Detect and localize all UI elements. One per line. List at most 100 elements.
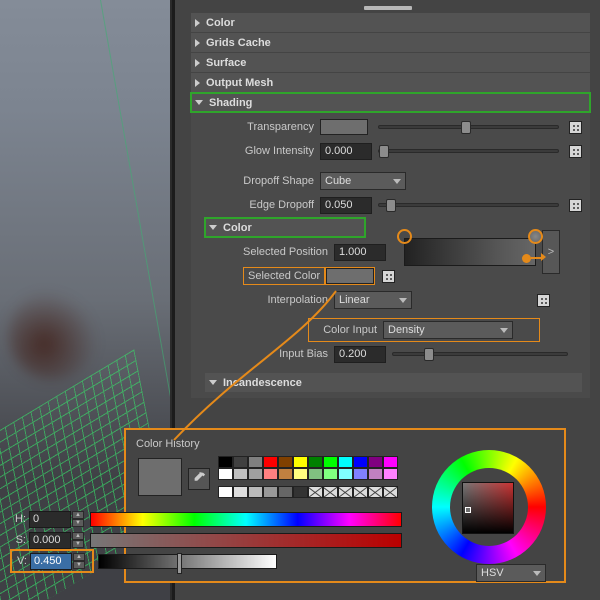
palette-swatch[interactable]: [308, 456, 323, 468]
section-body-shading: Transparency Glow Intensity Dropoff Shap…: [191, 112, 590, 398]
palette-swatch[interactable]: [353, 456, 368, 468]
history-swatch[interactable]: [383, 486, 398, 498]
section-header-surface[interactable]: Surface: [191, 53, 590, 72]
eyedropper-icon: [192, 472, 206, 486]
edge-dropoff-field[interactable]: [320, 197, 372, 214]
palette-swatch[interactable]: [338, 456, 353, 468]
glow-intensity-slider[interactable]: [378, 149, 559, 153]
section-label: Output Mesh: [206, 77, 273, 89]
val-gradient-slider[interactable]: [98, 554, 277, 569]
palette-swatch[interactable]: [338, 468, 353, 480]
spin-down-icon[interactable]: ▼: [72, 540, 84, 548]
history-swatch[interactable]: [338, 486, 353, 498]
palette-swatch[interactable]: [383, 456, 398, 468]
history-swatch[interactable]: [263, 486, 278, 498]
v-spinner[interactable]: ▲▼: [30, 553, 85, 570]
palette-swatch[interactable]: [233, 468, 248, 480]
input-bias-slider[interactable]: [392, 352, 568, 356]
color-mode-select[interactable]: HSV: [476, 564, 546, 582]
h-spinner[interactable]: ▲▼: [29, 511, 84, 528]
map-button[interactable]: [569, 145, 582, 158]
color-ramp[interactable]: [404, 238, 536, 266]
section-header-grids-cache[interactable]: Grids Cache: [191, 33, 590, 52]
history-swatch[interactable]: [368, 486, 383, 498]
row-input-bias: Input Bias: [209, 343, 574, 365]
ramp-selected-indicator: [522, 254, 531, 263]
section-header-color-sub[interactable]: Color: [205, 218, 365, 237]
h-field[interactable]: [29, 511, 71, 528]
history-swatch[interactable]: [218, 486, 233, 498]
selected-position-field[interactable]: [334, 244, 386, 261]
interpolation-select[interactable]: Linear: [334, 291, 412, 309]
glow-intensity-field[interactable]: [320, 143, 372, 160]
palette-swatch[interactable]: [293, 468, 308, 480]
history-swatch[interactable]: [353, 486, 368, 498]
palette-swatch[interactable]: [383, 468, 398, 480]
s-spinner[interactable]: ▲▼: [29, 532, 84, 549]
spin-down-icon[interactable]: ▼: [73, 561, 85, 569]
palette-swatch[interactable]: [263, 468, 278, 480]
palette-swatch[interactable]: [248, 456, 263, 468]
map-button[interactable]: [537, 294, 550, 307]
palette-swatch[interactable]: [323, 468, 338, 480]
color-sv-box[interactable]: [462, 482, 514, 534]
palette-swatch[interactable]: [278, 468, 293, 480]
hue-gradient-slider[interactable]: [90, 512, 402, 527]
history-swatch[interactable]: [323, 486, 338, 498]
panel-grip[interactable]: [175, 4, 600, 12]
section-label: Color: [223, 222, 252, 234]
palette-swatch[interactable]: [368, 468, 383, 480]
history-swatch[interactable]: [278, 486, 293, 498]
palette-swatch[interactable]: [293, 456, 308, 468]
row-interpolation: Interpolation Linear: [209, 289, 574, 311]
sat-gradient-slider[interactable]: [90, 533, 402, 548]
current-color-swatch[interactable]: [138, 458, 182, 496]
palette-swatch[interactable]: [248, 468, 263, 480]
spin-up-icon[interactable]: ▲: [72, 511, 84, 519]
transparency-swatch[interactable]: [320, 119, 368, 135]
row-saturation: S: ▲▼: [12, 530, 402, 550]
chevron-right-icon: [195, 79, 200, 87]
palette-swatch[interactable]: [218, 468, 233, 480]
ramp-next-button[interactable]: >: [542, 230, 560, 274]
history-swatch[interactable]: [233, 486, 248, 498]
section-body-color: Selected Position >: [205, 237, 582, 373]
edge-dropoff-slider[interactable]: [378, 203, 559, 207]
chevron-right-icon: [195, 39, 200, 47]
section-header-incandescence[interactable]: Incandescence: [205, 373, 582, 392]
row-color-input: Color Input Density: [309, 319, 539, 341]
spin-up-icon[interactable]: ▲: [72, 532, 84, 540]
chevron-right-icon: [195, 59, 200, 67]
map-button[interactable]: [569, 199, 582, 212]
row-edge-dropoff: Edge Dropoff: [195, 194, 582, 216]
map-button[interactable]: [382, 270, 395, 283]
palette-swatch[interactable]: [278, 456, 293, 468]
palette-swatch[interactable]: [308, 468, 323, 480]
map-button[interactable]: [569, 121, 582, 134]
palette-swatch[interactable]: [353, 468, 368, 480]
section-header-shading[interactable]: Shading: [191, 93, 590, 112]
eyedropper-button[interactable]: [188, 468, 210, 490]
palette-swatch[interactable]: [368, 456, 383, 468]
palette-swatch[interactable]: [218, 456, 233, 468]
section-header-output-mesh[interactable]: Output Mesh: [191, 73, 590, 92]
history-swatch[interactable]: [308, 486, 323, 498]
color-picker-popup: Color History H: ▲▼ S: ▲▼: [124, 428, 566, 583]
palette-swatch[interactable]: [263, 456, 278, 468]
color-input-select[interactable]: Density: [383, 321, 513, 339]
spin-down-icon[interactable]: ▼: [72, 519, 84, 527]
dropoff-shape-select[interactable]: Cube: [320, 172, 406, 190]
v-field[interactable]: [30, 553, 72, 570]
palette-swatch[interactable]: [323, 456, 338, 468]
selected-color-swatch[interactable]: [326, 268, 374, 284]
history-swatch[interactable]: [293, 486, 308, 498]
spin-up-icon[interactable]: ▲: [73, 553, 85, 561]
input-bias-field[interactable]: [334, 346, 386, 363]
section-header-color[interactable]: Color: [191, 13, 590, 32]
history-swatch[interactable]: [248, 486, 263, 498]
palette-swatch[interactable]: [233, 456, 248, 468]
transparency-slider[interactable]: [378, 125, 559, 129]
label-input-bias: Input Bias: [209, 348, 334, 360]
s-field[interactable]: [29, 532, 71, 549]
row-selected-position: Selected Position >: [209, 241, 574, 263]
